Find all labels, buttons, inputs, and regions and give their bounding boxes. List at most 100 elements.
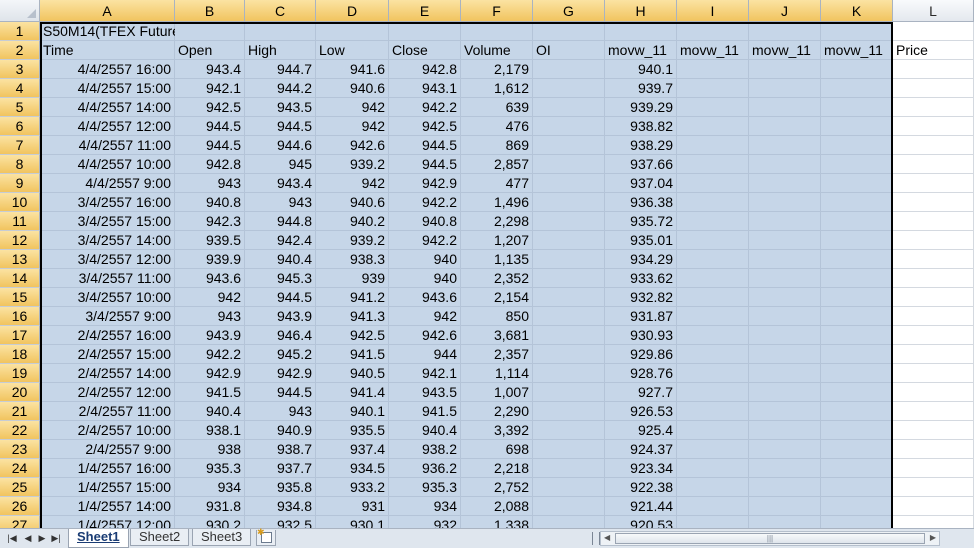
last-sheet-icon[interactable]: ▶| xyxy=(50,532,62,544)
row-header[interactable]: 23 xyxy=(0,440,40,459)
cell-g[interactable] xyxy=(533,478,605,497)
cell-h[interactable]: 921.44 xyxy=(605,497,677,516)
cell-d[interactable]: 931 xyxy=(316,497,389,516)
cell-e[interactable]: 943.1 xyxy=(389,79,461,98)
cell-h[interactable]: 937.66 xyxy=(605,155,677,174)
cell-j[interactable] xyxy=(749,307,821,326)
cell-a[interactable]: 2/4/2557 10:00 xyxy=(40,421,175,440)
cell-e[interactable]: 941.5 xyxy=(389,402,461,421)
cell-g[interactable] xyxy=(533,193,605,212)
row-header[interactable]: 4 xyxy=(0,79,40,98)
cell-e[interactable]: 938.2 xyxy=(389,440,461,459)
cell-c[interactable]: 943.9 xyxy=(245,307,316,326)
cell-i[interactable] xyxy=(677,231,749,250)
cell-k[interactable] xyxy=(821,269,893,288)
cell-c[interactable]: 944.2 xyxy=(245,79,316,98)
cell-a[interactable]: 3/4/2557 15:00 xyxy=(40,212,175,231)
cell-b[interactable]: 943 xyxy=(175,174,245,193)
tab-split-handle[interactable] xyxy=(592,532,600,545)
column-header-g[interactable]: G xyxy=(533,0,605,22)
cell-d[interactable]: 941.3 xyxy=(316,307,389,326)
cell-b[interactable]: 938 xyxy=(175,440,245,459)
cell-e[interactable]: 942.6 xyxy=(389,326,461,345)
cell-i[interactable] xyxy=(677,288,749,307)
cell-k[interactable] xyxy=(821,288,893,307)
cell-e[interactable]: 932 xyxy=(389,516,461,528)
cell-f[interactable]: 2,352 xyxy=(461,269,533,288)
column-header-j[interactable]: J xyxy=(749,0,821,22)
cell-l[interactable] xyxy=(893,288,974,307)
cell-b[interactable]: 938.1 xyxy=(175,421,245,440)
cell-j[interactable] xyxy=(749,402,821,421)
cell-a[interactable]: 3/4/2557 16:00 xyxy=(40,193,175,212)
row-header[interactable]: 2 xyxy=(0,41,40,60)
cell-a[interactable]: 1/4/2557 15:00 xyxy=(40,478,175,497)
cell-e[interactable]: 940.4 xyxy=(389,421,461,440)
cell-l[interactable] xyxy=(893,478,974,497)
cell-d[interactable]: 939.2 xyxy=(316,155,389,174)
first-sheet-icon[interactable]: |◀ xyxy=(6,532,18,544)
cell-e[interactable]: 935.3 xyxy=(389,478,461,497)
cell-d[interactable]: 942.6 xyxy=(316,136,389,155)
cell-j[interactable] xyxy=(749,326,821,345)
cell-a[interactable]: 2/4/2557 15:00 xyxy=(40,345,175,364)
cell-l[interactable] xyxy=(893,155,974,174)
cell-j[interactable] xyxy=(749,22,821,41)
insert-sheet-button[interactable]: ✱ xyxy=(256,527,276,546)
cell-a[interactable]: 2/4/2557 11:00 xyxy=(40,402,175,421)
cell-k[interactable] xyxy=(821,307,893,326)
cell-g[interactable] xyxy=(533,440,605,459)
row-header[interactable]: 6 xyxy=(0,117,40,136)
cell-e[interactable]: 942.2 xyxy=(389,193,461,212)
column-header-a[interactable]: A xyxy=(40,0,175,22)
cell-g[interactable] xyxy=(533,421,605,440)
cell-a[interactable]: 4/4/2557 14:00 xyxy=(40,98,175,117)
cell-g[interactable] xyxy=(533,60,605,79)
cell-h[interactable] xyxy=(605,22,677,41)
tab-sheet3[interactable]: Sheet3 xyxy=(192,529,252,546)
cell-c[interactable]: 944.8 xyxy=(245,212,316,231)
cell-e[interactable]: 943.5 xyxy=(389,383,461,402)
row-header[interactable]: 21 xyxy=(0,402,40,421)
cell-h[interactable]: 920.53 xyxy=(605,516,677,528)
cell-e[interactable]: 944 xyxy=(389,345,461,364)
cell-c[interactable]: 943.5 xyxy=(245,98,316,117)
cell-c[interactable]: 943 xyxy=(245,402,316,421)
cell-a[interactable]: Time xyxy=(40,41,175,60)
column-header-b[interactable]: B xyxy=(175,0,245,22)
cell-c[interactable]: 946.4 xyxy=(245,326,316,345)
cell-h[interactable]: 928.76 xyxy=(605,364,677,383)
row-header[interactable]: 25 xyxy=(0,478,40,497)
cell-a[interactable]: 4/4/2557 15:00 xyxy=(40,79,175,98)
cell-f[interactable]: 1,114 xyxy=(461,364,533,383)
row-header[interactable]: 11 xyxy=(0,212,40,231)
cell-g[interactable] xyxy=(533,383,605,402)
cell-l[interactable] xyxy=(893,345,974,364)
column-header-h[interactable]: H xyxy=(605,0,677,22)
cell-h[interactable]: 935.72 xyxy=(605,212,677,231)
cell-c[interactable]: 943.4 xyxy=(245,174,316,193)
cell-a[interactable]: 2/4/2557 12:00 xyxy=(40,383,175,402)
cell-k[interactable] xyxy=(821,79,893,98)
cell-k[interactable] xyxy=(821,98,893,117)
cell-f[interactable]: 1,007 xyxy=(461,383,533,402)
cell-d[interactable]: 942 xyxy=(316,174,389,193)
cell-h[interactable]: 933.62 xyxy=(605,269,677,288)
cell-j[interactable] xyxy=(749,478,821,497)
cell-g[interactable] xyxy=(533,364,605,383)
cell-l[interactable] xyxy=(893,136,974,155)
row-header[interactable]: 8 xyxy=(0,155,40,174)
cell-i[interactable] xyxy=(677,345,749,364)
cell-j[interactable] xyxy=(749,98,821,117)
cell-i[interactable] xyxy=(677,516,749,528)
cell-g[interactable] xyxy=(533,250,605,269)
cell-l[interactable] xyxy=(893,98,974,117)
cell-l[interactable] xyxy=(893,326,974,345)
cell-b[interactable]: 935.3 xyxy=(175,459,245,478)
cell-g[interactable] xyxy=(533,326,605,345)
cell-g[interactable] xyxy=(533,212,605,231)
cell-i[interactable] xyxy=(677,364,749,383)
cell-c[interactable]: 934.8 xyxy=(245,497,316,516)
cell-f[interactable]: 1,496 xyxy=(461,193,533,212)
cell-e[interactable]: 940 xyxy=(389,269,461,288)
